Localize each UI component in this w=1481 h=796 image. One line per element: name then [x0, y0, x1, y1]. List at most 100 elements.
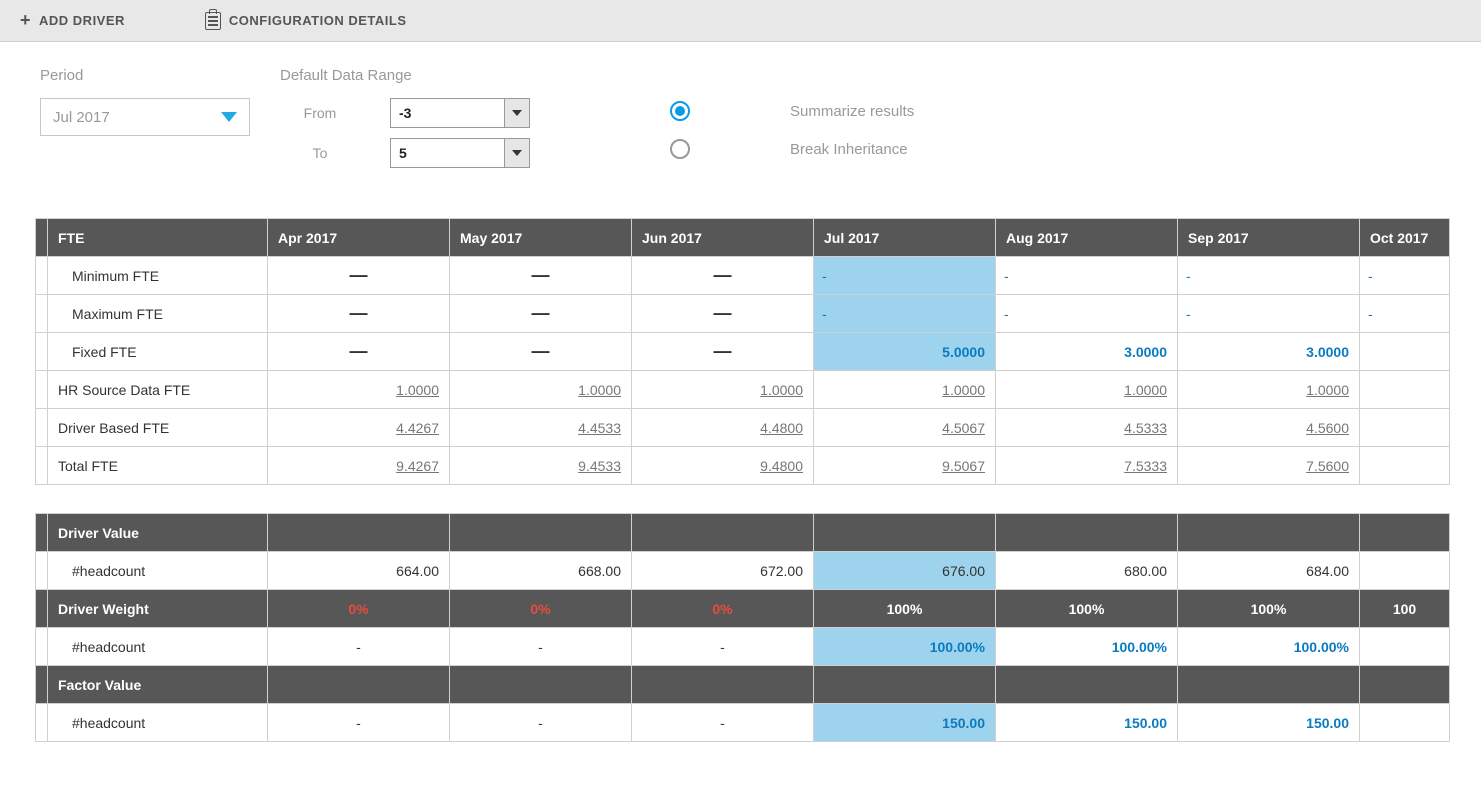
controls-panel: Period Jul 2017 Default Data Range From … — [0, 42, 1481, 198]
table-row: #headcount---100.00%100.00%100.00% — [36, 628, 1450, 666]
cell[interactable]: 664.00 — [268, 552, 450, 590]
stub — [36, 514, 48, 552]
cell[interactable]: - — [996, 295, 1178, 333]
stub — [36, 704, 48, 742]
cell[interactable]: 672.00 — [632, 552, 814, 590]
section-header-cell — [996, 514, 1178, 552]
cell[interactable]: 676.00 — [814, 552, 996, 590]
cell[interactable]: 1.0000 — [632, 371, 814, 409]
cell[interactable]: 668.00 — [450, 552, 632, 590]
cell[interactable]: — — [450, 333, 632, 371]
cell[interactable]: 3.0000 — [996, 333, 1178, 371]
row-label: Minimum FTE — [48, 257, 268, 295]
cell[interactable]: 1.0000 — [996, 371, 1178, 409]
cell[interactable]: 4.5600 — [1178, 409, 1360, 447]
cell[interactable]: 100.00% — [814, 628, 996, 666]
to-value: 5 — [391, 139, 505, 167]
cell[interactable]: 4.4800 — [632, 409, 814, 447]
cell[interactable]: - — [1178, 257, 1360, 295]
stub — [36, 333, 48, 371]
cell[interactable]: - — [1178, 295, 1360, 333]
break-inheritance-label: Break Inheritance — [790, 141, 908, 158]
cell[interactable]: — — [268, 257, 450, 295]
section-header-cell: 100% — [1178, 590, 1360, 628]
cell[interactable]: 680.00 — [996, 552, 1178, 590]
cell[interactable]: 1.0000 — [268, 371, 450, 409]
add-driver-button[interactable]: + ADD DRIVER — [20, 10, 125, 31]
cell[interactable]: - — [450, 704, 632, 742]
to-select[interactable]: 5 — [390, 138, 530, 168]
period-label: Period — [40, 67, 250, 84]
from-label: From — [280, 105, 360, 121]
cell[interactable]: — — [450, 257, 632, 295]
cell[interactable] — [1360, 704, 1450, 742]
cell[interactable]: - — [450, 628, 632, 666]
cell[interactable]: - — [632, 628, 814, 666]
to-dropdown-button[interactable] — [505, 139, 529, 167]
cell[interactable]: - — [632, 704, 814, 742]
cell[interactable]: — — [268, 333, 450, 371]
cell[interactable] — [1360, 333, 1450, 371]
cell[interactable]: 7.5600 — [1178, 447, 1360, 485]
stub — [36, 447, 48, 485]
cell[interactable]: 100.00% — [996, 628, 1178, 666]
cell[interactable]: 4.4267 — [268, 409, 450, 447]
cell[interactable]: — — [632, 333, 814, 371]
stub — [36, 409, 48, 447]
row-label: Maximum FTE — [48, 295, 268, 333]
cell[interactable]: 4.4533 — [450, 409, 632, 447]
table-row: Fixed FTE———5.00003.00003.0000 — [36, 333, 1450, 371]
from-dropdown-button[interactable] — [505, 99, 529, 127]
cell[interactable]: 9.4800 — [632, 447, 814, 485]
cell[interactable]: 1.0000 — [1178, 371, 1360, 409]
period-select[interactable]: Jul 2017 — [40, 98, 250, 136]
cell[interactable]: 150.00 — [814, 704, 996, 742]
cell[interactable]: - — [996, 257, 1178, 295]
cell[interactable]: — — [268, 295, 450, 333]
section-header-cell — [268, 514, 450, 552]
cell[interactable]: 150.00 — [996, 704, 1178, 742]
break-inheritance-radio[interactable] — [670, 139, 690, 159]
cell[interactable]: 4.5333 — [996, 409, 1178, 447]
table-row: Maximum FTE———---- — [36, 295, 1450, 333]
cell[interactable]: 5.0000 — [814, 333, 996, 371]
cell[interactable]: — — [632, 257, 814, 295]
table-row: Minimum FTE———---- — [36, 257, 1450, 295]
cell[interactable]: 9.5067 — [814, 447, 996, 485]
cell[interactable]: 9.4533 — [450, 447, 632, 485]
cell[interactable] — [1360, 552, 1450, 590]
cell[interactable]: - — [268, 704, 450, 742]
cell[interactable]: - — [1360, 295, 1450, 333]
cell[interactable]: 1.0000 — [450, 371, 632, 409]
cell[interactable]: - — [1360, 257, 1450, 295]
cell[interactable]: 4.5067 — [814, 409, 996, 447]
row-label: #headcount — [48, 552, 268, 590]
section-header-cell: 0% — [450, 590, 632, 628]
cell[interactable]: - — [814, 295, 996, 333]
summarize-radio[interactable] — [670, 101, 690, 121]
cell[interactable] — [1360, 409, 1450, 447]
chevron-down-icon — [512, 110, 522, 116]
data-range-group: Default Data Range From -3 To 5 — [280, 67, 530, 178]
cell[interactable]: 150.00 — [1178, 704, 1360, 742]
cell[interactable]: — — [450, 295, 632, 333]
fte-title: FTE — [48, 219, 268, 257]
cell[interactable]: 684.00 — [1178, 552, 1360, 590]
section-header-cell — [814, 514, 996, 552]
cell[interactable]: 7.5333 — [996, 447, 1178, 485]
cell[interactable] — [1360, 447, 1450, 485]
cell[interactable]: — — [632, 295, 814, 333]
section-header-cell — [632, 666, 814, 704]
cell[interactable]: 3.0000 — [1178, 333, 1360, 371]
cell[interactable] — [1360, 371, 1450, 409]
cell[interactable]: - — [814, 257, 996, 295]
cell[interactable] — [1360, 628, 1450, 666]
from-select[interactable]: -3 — [390, 98, 530, 128]
cell[interactable]: 9.4267 — [268, 447, 450, 485]
configuration-details-button[interactable]: CONFIGURATION DETAILS — [205, 12, 407, 30]
col-sep: Sep 2017 — [1178, 219, 1360, 257]
cell[interactable]: 1.0000 — [814, 371, 996, 409]
cell[interactable]: - — [268, 628, 450, 666]
col-apr: Apr 2017 — [268, 219, 450, 257]
cell[interactable]: 100.00% — [1178, 628, 1360, 666]
